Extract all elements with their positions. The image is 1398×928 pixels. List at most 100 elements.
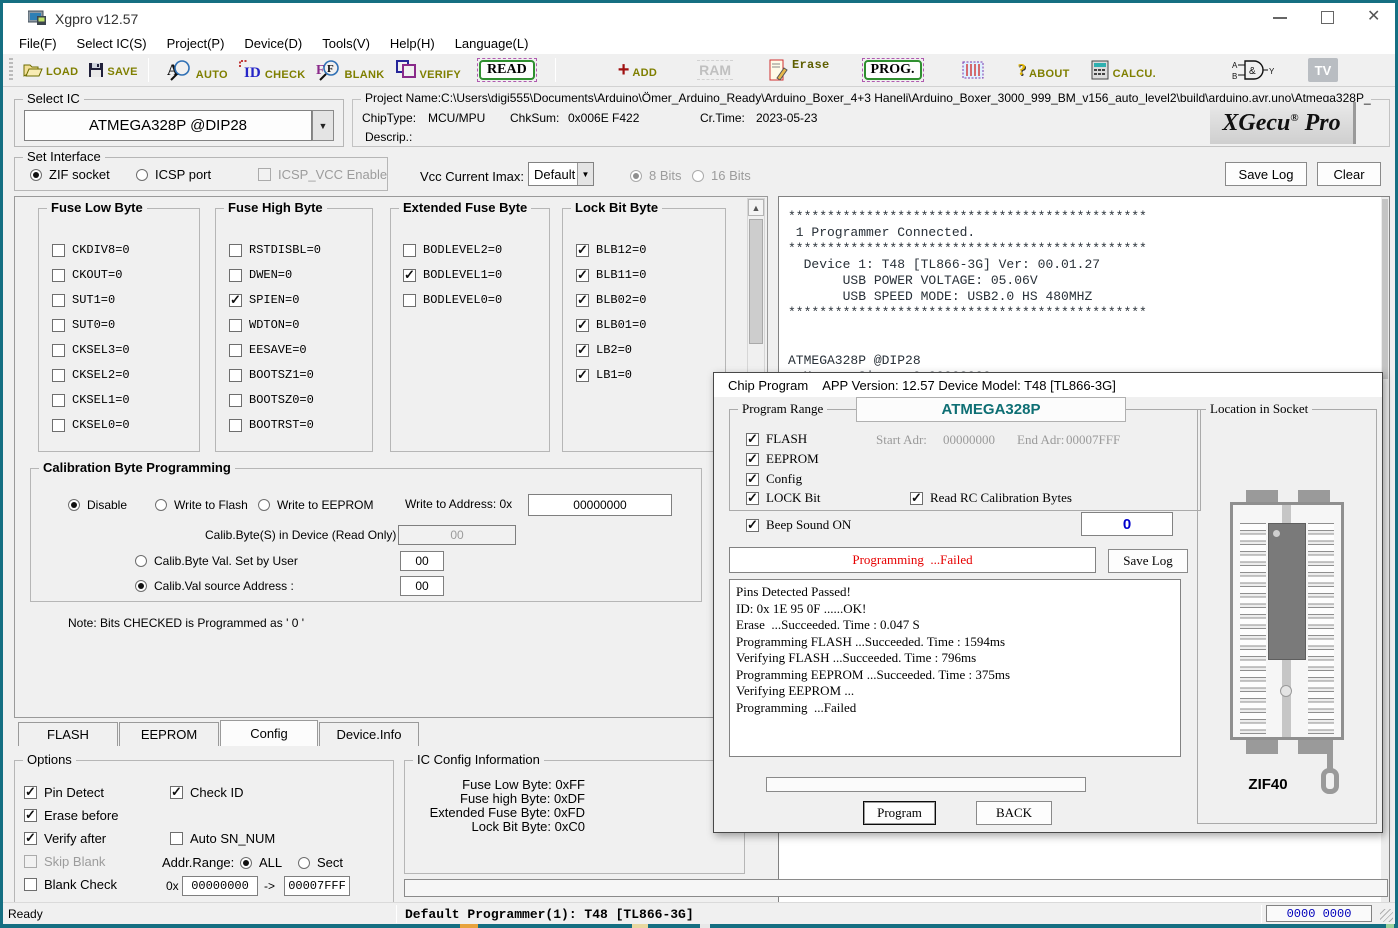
- menu-project[interactable]: Project(P): [157, 36, 235, 51]
- erase-before-checkbox[interactable]: Erase before: [24, 808, 118, 823]
- checkbox-icon[interactable]: [403, 294, 416, 307]
- eeprom-checkbox[interactable]: EEPROM: [746, 451, 819, 467]
- fuse-bit[interactable]: DWEN=0: [229, 268, 292, 282]
- menu-file[interactable]: File(F): [9, 36, 67, 51]
- zif-socket-radio[interactable]: ZIF socket: [30, 167, 110, 182]
- checkbox-icon[interactable]: [52, 344, 65, 357]
- checkbox-icon[interactable]: [229, 269, 242, 282]
- fuse-bit[interactable]: CKSEL2=0: [52, 368, 130, 382]
- checkbox-icon[interactable]: [576, 269, 589, 282]
- icsp-port-radio[interactable]: ICSP port: [136, 167, 211, 182]
- about-button[interactable]: ? ABOUT: [1018, 60, 1070, 80]
- fuse-bit[interactable]: CKOUT=0: [52, 268, 122, 282]
- fuse-bit[interactable]: CKSEL1=0: [52, 393, 130, 407]
- fuse-bit[interactable]: SUT0=0: [52, 318, 115, 332]
- dialog-save-log-button[interactable]: Save Log: [1108, 549, 1188, 573]
- lock-bit[interactable]: LB2=0: [576, 343, 632, 357]
- config-checkbox[interactable]: Config: [746, 471, 802, 487]
- checkbox-icon[interactable]: [576, 294, 589, 307]
- checkbox-icon[interactable]: [746, 492, 759, 505]
- calib-disable-radio[interactable]: Disable: [68, 498, 127, 512]
- range-from-input[interactable]: 00000000: [182, 876, 258, 896]
- checkbox-icon[interactable]: [52, 369, 65, 382]
- checkbox-icon[interactable]: [24, 832, 37, 845]
- erase-button[interactable]: Erase: [769, 58, 830, 82]
- fuse-bit[interactable]: BOOTSZ0=0: [229, 393, 314, 407]
- lock-bit[interactable]: BLB11=0: [576, 268, 646, 282]
- checkbox-icon[interactable]: [52, 244, 65, 257]
- prog-button[interactable]: PROG.: [862, 58, 924, 82]
- menu-device[interactable]: Device(D): [234, 36, 312, 51]
- load-button[interactable]: LOAD: [23, 62, 78, 78]
- check-id-checkbox[interactable]: Check ID: [170, 785, 243, 800]
- resize-grip[interactable]: [1380, 909, 1393, 922]
- clear-button[interactable]: Clear: [1317, 162, 1381, 186]
- fuse-bit[interactable]: CKSEL3=0: [52, 343, 130, 357]
- vcc-imax-select[interactable]: Default ▼: [528, 162, 594, 186]
- checkbox-icon[interactable]: [229, 244, 242, 257]
- scrollbar-thumb[interactable]: [749, 219, 763, 344]
- lock-bit[interactable]: BLB01=0: [576, 318, 646, 332]
- menu-tools[interactable]: Tools(V): [312, 36, 380, 51]
- fuse-bit[interactable]: BOOTRST=0: [229, 418, 314, 432]
- calib-user-radio[interactable]: Calib.Byte Val. Set by User: [135, 554, 298, 568]
- checkbox-icon[interactable]: [229, 394, 242, 407]
- lock-bit-checkbox[interactable]: LOCK Bit: [746, 490, 821, 506]
- checkbox-icon[interactable]: [229, 294, 242, 307]
- dialog-title-bar[interactable]: Chip Program APP Version: 12.57 Device M…: [714, 373, 1382, 397]
- checkbox-icon[interactable]: [746, 519, 759, 532]
- fuse-bit[interactable]: SPIEN=0: [229, 293, 299, 307]
- checkbox-icon[interactable]: [52, 394, 65, 407]
- blank-button[interactable]: FF BLANK: [316, 59, 385, 81]
- add-button[interactable]: + ADD: [618, 61, 657, 79]
- select-ic-dropdown-button[interactable]: ▼: [312, 110, 334, 141]
- check-button[interactable]: ID CHECK: [238, 59, 306, 81]
- lock-bit[interactable]: LB1=0: [576, 368, 632, 382]
- checkbox-icon[interactable]: [52, 419, 65, 432]
- read-button[interactable]: READ: [477, 58, 537, 82]
- chip-test-button[interactable]: [960, 58, 986, 82]
- calib-write-flash-radio[interactable]: Write to Flash: [155, 498, 248, 512]
- calib-user-input[interactable]: 00: [400, 551, 444, 571]
- checkbox-icon[interactable]: [746, 433, 759, 446]
- program-button[interactable]: Program: [863, 801, 936, 825]
- checkbox-icon[interactable]: [52, 269, 65, 282]
- checkbox-icon[interactable]: [24, 786, 37, 799]
- checkbox-icon[interactable]: [229, 369, 242, 382]
- close-button[interactable]: ✕: [1367, 6, 1380, 26]
- lock-bit[interactable]: BLB02=0: [576, 293, 646, 307]
- tab-device-info[interactable]: Device.Info: [319, 722, 419, 746]
- checkbox-icon[interactable]: [229, 419, 242, 432]
- ram-button[interactable]: RAM: [697, 60, 733, 80]
- checkbox-icon[interactable]: [170, 832, 183, 845]
- read-rc-checkbox[interactable]: Read RC Calibration Bytes: [910, 490, 1072, 506]
- menu-select-ic[interactable]: Select IC(S): [67, 36, 157, 51]
- checkbox-icon[interactable]: [910, 492, 923, 505]
- menu-help[interactable]: Help(H): [380, 36, 445, 51]
- write-address-input[interactable]: 00000000: [528, 494, 672, 516]
- menu-language[interactable]: Language(L): [445, 36, 539, 51]
- fuse-bit[interactable]: BODLEVEL1=0: [403, 268, 502, 282]
- selected-ic-box[interactable]: ATMEGA328P @DIP28: [24, 110, 312, 141]
- addr-range-all-radio[interactable]: ALL: [240, 855, 282, 870]
- fuse-bit[interactable]: BODLEVEL0=0: [403, 293, 502, 307]
- fuse-bit[interactable]: CKDIV8=0: [52, 243, 130, 257]
- checkbox-icon[interactable]: [52, 319, 65, 332]
- maximize-button[interactable]: [1321, 11, 1334, 24]
- scrollbar-thumb[interactable]: [1382, 199, 1388, 379]
- checkbox-icon[interactable]: [576, 244, 589, 257]
- checkbox-icon[interactable]: [52, 294, 65, 307]
- scroll-up-icon[interactable]: ▲: [748, 199, 764, 216]
- pin-detect-checkbox[interactable]: Pin Detect: [24, 785, 104, 800]
- calib-source-input[interactable]: 00: [400, 576, 444, 596]
- tab-flash[interactable]: FLASH: [18, 722, 118, 746]
- checkbox-icon[interactable]: [746, 453, 759, 466]
- checkbox-icon[interactable]: [24, 809, 37, 822]
- checkbox-icon[interactable]: [229, 319, 242, 332]
- fuse-bit[interactable]: EESAVE=0: [229, 343, 307, 357]
- blank-check-checkbox[interactable]: Blank Check: [24, 877, 117, 892]
- beep-checkbox[interactable]: Beep Sound ON: [746, 517, 851, 533]
- save-log-button[interactable]: Save Log: [1225, 162, 1307, 186]
- auto-sn-checkbox[interactable]: Auto SN_NUM: [170, 831, 275, 846]
- checkbox-icon[interactable]: [576, 344, 589, 357]
